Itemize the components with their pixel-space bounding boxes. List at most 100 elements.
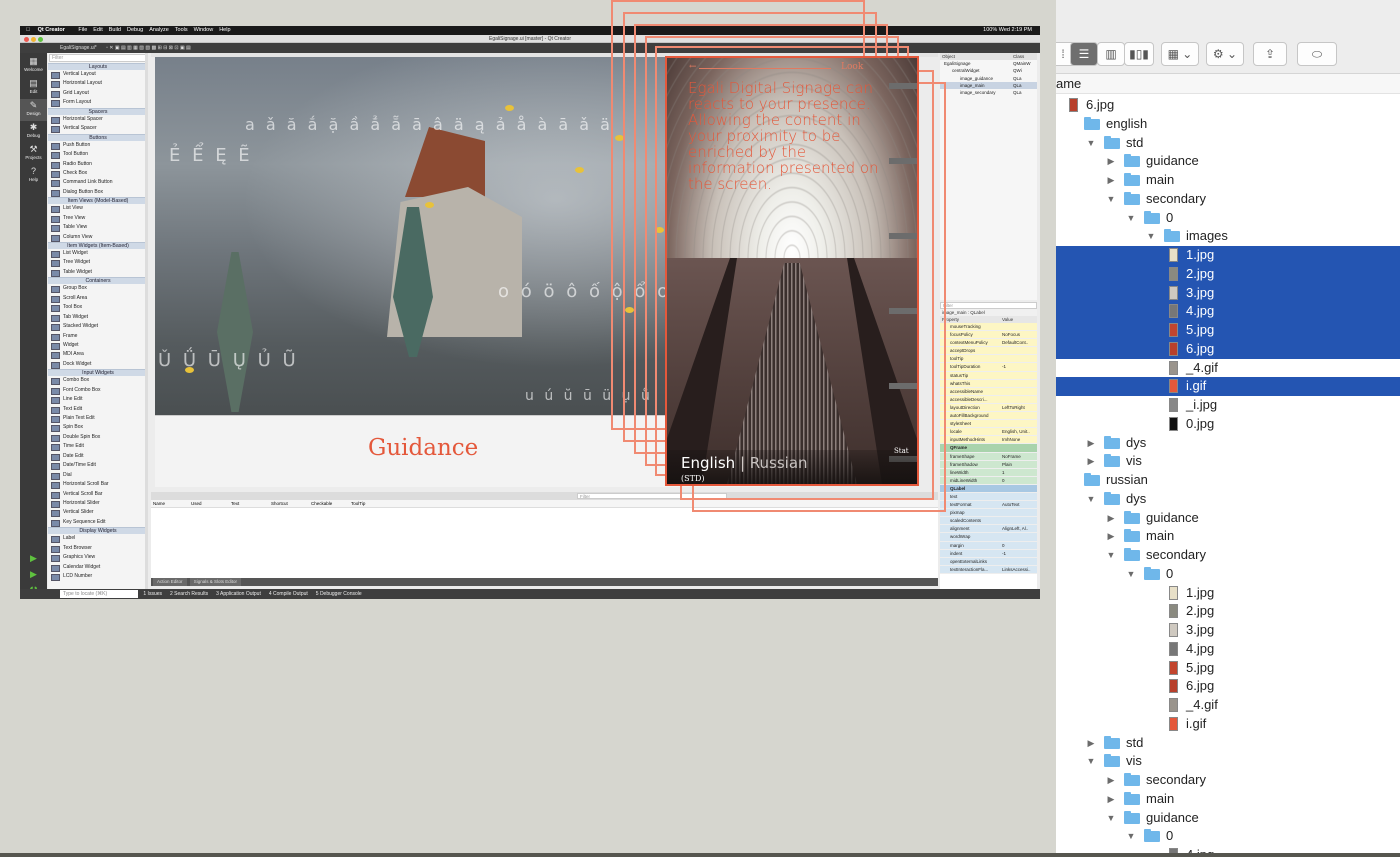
file-row[interactable]: 2.jpg xyxy=(1056,602,1400,621)
file-row[interactable]: 4.jpg xyxy=(1056,302,1400,321)
menu-item[interactable]: Tools xyxy=(175,27,188,33)
widget-item[interactable]: Text Browser xyxy=(48,544,148,554)
widget-item[interactable]: Widget xyxy=(48,341,148,351)
widget-item[interactable]: Scroll Area xyxy=(48,294,148,304)
widget-category[interactable]: Containers xyxy=(48,277,148,285)
widget-item[interactable]: Radio Button xyxy=(48,160,148,169)
disclosure-closed-icon[interactable]: ▶ xyxy=(1106,509,1116,528)
close-window-button[interactable] xyxy=(24,37,29,42)
widget-item[interactable]: Horizontal Spacer xyxy=(48,115,148,125)
file-row[interactable]: 3.jpg xyxy=(1056,621,1400,640)
widget-item[interactable]: Calendar Widget xyxy=(48,563,148,572)
property-value[interactable]: English, Unit.. xyxy=(1002,428,1036,436)
folder-row[interactable]: ▶ main xyxy=(1056,527,1400,546)
list-view-icon[interactable]: ☰ xyxy=(1070,42,1098,66)
widget-item[interactable]: Plain Text Edit xyxy=(48,414,148,424)
file-row[interactable]: 3.jpg xyxy=(1056,283,1400,303)
object-row[interactable]: image_main QLa xyxy=(940,81,1037,90)
name-column-header[interactable]: ame xyxy=(1056,74,1400,94)
minimize-window-button[interactable] xyxy=(31,37,36,42)
mode-welcome[interactable]: ▦ Welcome xyxy=(20,55,47,77)
file-row[interactable]: 6.jpg xyxy=(1056,339,1400,359)
folder-row[interactable]: ▶ secondary xyxy=(1056,771,1400,790)
property-value[interactable]: -1 xyxy=(1002,363,1036,371)
disclosure-closed-icon[interactable]: ▶ xyxy=(1106,527,1116,546)
property-row[interactable]: lineWidth 1 xyxy=(940,468,1037,477)
property-value[interactable]: AutoText xyxy=(1002,501,1036,509)
widget-item[interactable]: List View xyxy=(48,204,148,214)
folder-row[interactable]: ▼ 0 xyxy=(1056,827,1400,846)
file-row[interactable]: 4.jpg xyxy=(1056,640,1400,659)
folder-row[interactable]: ▼ secondary xyxy=(1056,546,1400,565)
widget-item[interactable]: Date Edit xyxy=(48,452,148,462)
widget-item[interactable]: Horizontal Scroll Bar xyxy=(48,480,148,490)
property-row[interactable]: accessibleName xyxy=(940,387,1037,396)
locator-input[interactable]: Type to locate (⌘K) xyxy=(60,590,138,598)
widget-item[interactable]: Table Widget xyxy=(48,268,148,278)
folder-row[interactable]: ▶ std xyxy=(1056,734,1400,753)
folder-row[interactable]: ▼ guidance xyxy=(1056,809,1400,828)
disclosure-open-icon[interactable]: ▼ xyxy=(1126,209,1136,228)
disclosure-open-icon[interactable]: ▼ xyxy=(1106,190,1116,209)
widget-item[interactable]: Push Button xyxy=(48,141,148,151)
disclosure-open-icon[interactable]: ▼ xyxy=(1086,752,1096,771)
disclosure-open-icon[interactable]: ▼ xyxy=(1086,490,1096,509)
disclosure-closed-icon[interactable]: ▶ xyxy=(1106,790,1116,809)
file-row[interactable]: 2.jpg xyxy=(1056,264,1400,284)
file-row[interactable]: 6.jpg xyxy=(1056,677,1400,696)
widget-filter-input[interactable]: Filter xyxy=(49,54,147,62)
tab-action-editor[interactable]: Action Editor xyxy=(153,578,187,586)
file-row[interactable]: 5.jpg xyxy=(1056,321,1400,340)
language-switch[interactable]: English | Russian xyxy=(681,454,808,472)
property-value[interactable]: NoFocus xyxy=(1002,331,1036,339)
mode-design[interactable]: ✎ Design xyxy=(20,99,47,121)
widget-category[interactable]: Item Widgets (Item-Based) xyxy=(48,242,148,249)
zoom-window-button[interactable] xyxy=(38,37,43,42)
property-row[interactable]: pixmap xyxy=(940,509,1037,518)
widget-item[interactable]: Line Edit xyxy=(48,395,148,405)
disclosure-open-icon[interactable]: ▼ xyxy=(1126,565,1136,584)
mode-projects[interactable]: ⚒ Projects xyxy=(20,143,47,165)
widget-item[interactable]: Combo Box xyxy=(48,376,148,386)
folder-row[interactable]: ▼ dys xyxy=(1056,490,1400,509)
property-row[interactable]: toolTip xyxy=(940,355,1037,364)
property-row[interactable]: layoutDirection LeftToRight xyxy=(940,403,1037,413)
property-value[interactable]: 1 xyxy=(1002,469,1036,477)
widget-item[interactable]: Stacked Widget xyxy=(48,322,148,332)
disclosure-closed-icon[interactable]: ▶ xyxy=(1106,152,1116,171)
widget-item[interactable]: Frame xyxy=(48,332,148,341)
disclosure-open-icon[interactable]: ▼ xyxy=(1126,827,1136,846)
property-row[interactable]: whatsThis xyxy=(940,379,1037,388)
property-filter-input[interactable]: Filter xyxy=(940,302,1037,309)
file-row[interactable]: 1.jpg xyxy=(1056,584,1400,603)
property-row[interactable]: locale English, Unit.. xyxy=(940,428,1037,437)
property-row[interactable]: indent -1 xyxy=(940,549,1037,558)
widget-item[interactable]: Tree Widget xyxy=(48,258,148,268)
widget-item[interactable]: Form Layout xyxy=(48,98,148,108)
property-row[interactable]: styleSheet xyxy=(940,420,1037,429)
property-row[interactable]: autoFillBackground xyxy=(940,412,1037,421)
disclosure-closed-icon[interactable]: ▶ xyxy=(1086,452,1096,471)
property-row[interactable]: frameShadow Plain xyxy=(940,460,1037,469)
menu-item[interactable]: Edit xyxy=(93,27,102,33)
widget-item[interactable]: Tree View xyxy=(48,214,148,224)
disclosure-closed-icon[interactable]: ▶ xyxy=(1106,771,1116,790)
mode-help[interactable]: ? Help xyxy=(20,165,47,187)
property-row[interactable]: QFrame xyxy=(940,444,1037,453)
property-row[interactable]: text xyxy=(940,492,1037,502)
menu-item[interactable]: Debug xyxy=(127,27,143,33)
property-row[interactable]: accessibleDescri... xyxy=(940,395,1037,404)
property-value[interactable]: Plain xyxy=(1002,461,1036,469)
property-value[interactable]: DefaultCont.. xyxy=(1002,339,1036,347)
object-row[interactable]: centralWidget QWi xyxy=(940,67,1037,74)
widget-item[interactable]: Vertical Slider xyxy=(48,508,148,518)
file-row[interactable]: i.gif xyxy=(1056,377,1400,396)
widget-item[interactable]: Tool Box xyxy=(48,303,148,313)
widget-item[interactable]: Group Box xyxy=(48,284,148,294)
action-list[interactable] xyxy=(151,508,938,578)
widget-item[interactable]: Font Combo Box xyxy=(48,386,148,396)
object-row[interactable]: EgaliSignage QMainW xyxy=(940,60,1037,67)
file-row[interactable]: i.gif xyxy=(1056,715,1400,734)
widget-item[interactable]: Vertical Scroll Bar xyxy=(48,490,148,499)
widget-item[interactable]: Column View xyxy=(48,233,148,242)
